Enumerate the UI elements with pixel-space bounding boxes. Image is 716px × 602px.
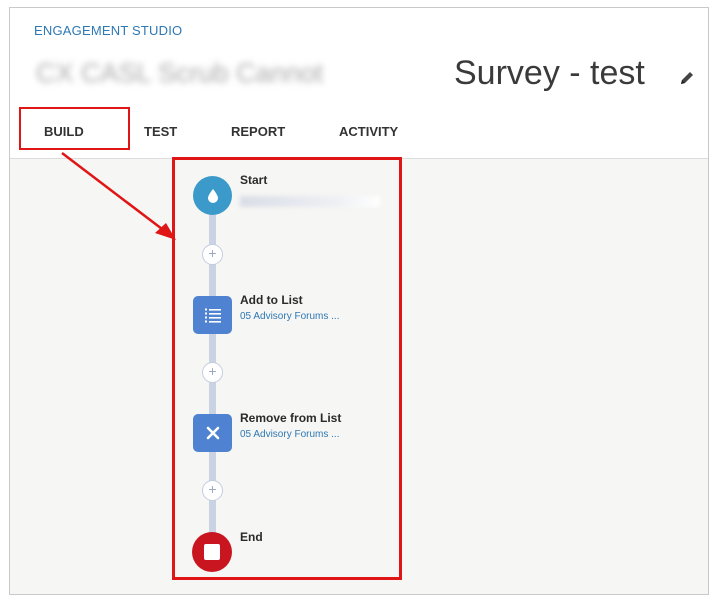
- add-step-button[interactable]: +: [202, 244, 223, 265]
- start-detail-blurred: [240, 196, 380, 207]
- water-drop-icon: [207, 188, 218, 203]
- start-node[interactable]: [193, 176, 232, 215]
- end-label: End: [240, 530, 263, 544]
- program-name-blurred: CX CASL Scrub Cannot: [36, 58, 324, 88]
- app-title: ENGAGEMENT STUDIO: [34, 23, 183, 38]
- start-label: Start: [240, 173, 268, 187]
- remove-from-list-node[interactable]: [193, 414, 232, 452]
- remove-from-list-detail[interactable]: 05 Advisory Forums ...: [240, 429, 339, 440]
- remove-from-list-label: Remove from List: [240, 411, 342, 425]
- build-tab-highlight: [19, 107, 130, 150]
- numbered-list-icon: [204, 308, 221, 323]
- tab-report[interactable]: REPORT: [231, 124, 285, 139]
- end-node[interactable]: [192, 532, 232, 572]
- page-title: Survey - test: [454, 54, 645, 92]
- pencil-icon[interactable]: [679, 70, 695, 86]
- add-to-list-label: Add to List: [240, 293, 303, 307]
- x-mark-icon: [206, 426, 219, 440]
- add-to-list-detail[interactable]: 05 Advisory Forums ...: [240, 311, 339, 322]
- tab-test[interactable]: TEST: [144, 124, 177, 139]
- tab-activity[interactable]: ACTIVITY: [339, 124, 398, 139]
- add-step-button[interactable]: +: [202, 480, 223, 501]
- add-step-button[interactable]: +: [202, 362, 223, 383]
- stop-square-icon: [204, 544, 220, 560]
- add-to-list-node[interactable]: [193, 296, 232, 334]
